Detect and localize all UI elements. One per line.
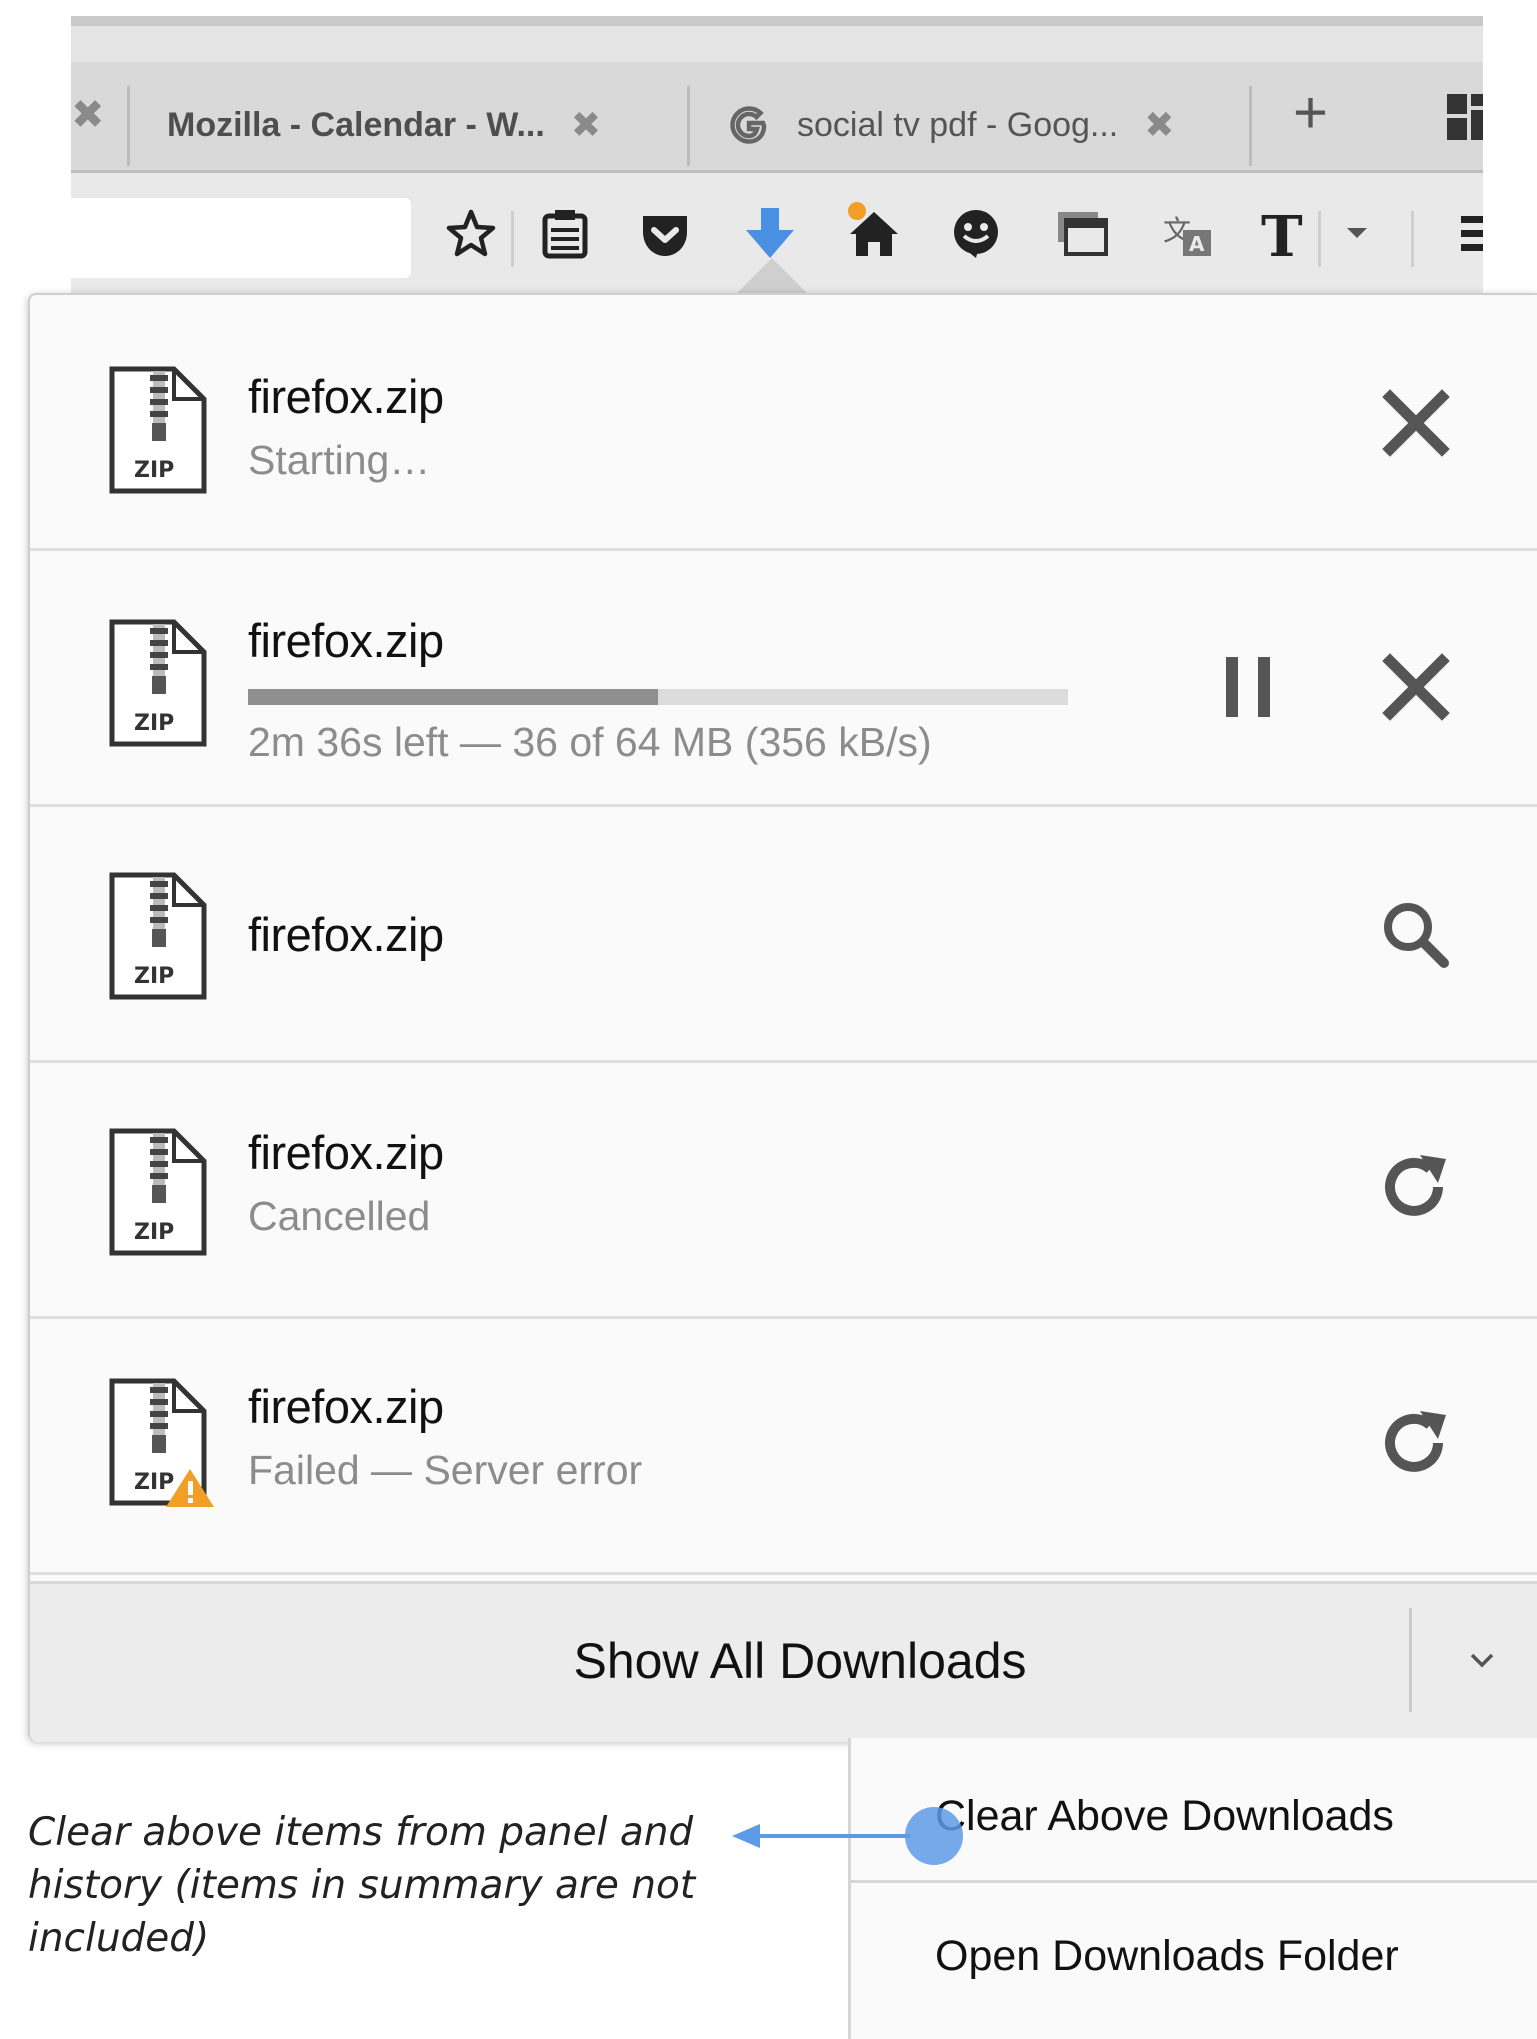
translate-icon[interactable]: 文 A: [1159, 206, 1215, 262]
clear-above-downloads-menu-item[interactable]: Clear Above Downloads: [935, 1792, 1394, 1841]
download-progress-bar: [248, 689, 1068, 705]
home-icon[interactable]: [846, 206, 902, 262]
pocket-icon[interactable]: [637, 206, 693, 262]
emoji-icon[interactable]: [948, 206, 1004, 262]
download-item[interactable]: ZIP firefox.zip Cancelled: [30, 1063, 1537, 1319]
tab-close-icon[interactable]: ✖: [571, 104, 601, 146]
annotation-arrow: [732, 1824, 910, 1848]
footer-divider: [1409, 1608, 1412, 1712]
tab-divider: [127, 86, 130, 166]
downloads-panel: ZIP firefox.zip Starting… ZIP firefox.zi…: [28, 293, 1537, 1742]
tab-mozilla-calendar[interactable]: Mozilla - Calendar - W... ✖: [167, 80, 601, 170]
zip-file-icon: ZIP: [109, 619, 207, 747]
retry-icon[interactable]: [1376, 1147, 1456, 1227]
show-all-downloads-button[interactable]: Show All Downloads: [30, 1632, 1537, 1690]
svg-text:A: A: [1189, 232, 1205, 256]
pause-icon[interactable]: [1210, 647, 1290, 727]
zip-file-warning-icon: ZIP: [109, 1378, 214, 1507]
download-status: Cancelled: [248, 1193, 431, 1239]
svg-text:ZIP: ZIP: [134, 458, 174, 483]
tab-divider: [1249, 86, 1252, 166]
show-all-downloads-footer: Show All Downloads: [30, 1581, 1537, 1742]
zip-file-icon: ZIP: [109, 872, 207, 1000]
url-bar[interactable]: [71, 198, 411, 278]
open-downloads-folder-menu-item[interactable]: Open Downloads Folder: [935, 1932, 1399, 1981]
panel-arrow: [736, 258, 808, 294]
download-status: 2m 36s left — 36 of 64 MB (356 kB/s): [248, 719, 932, 765]
menu-divider: [851, 1880, 1537, 1883]
annotation-note: Clear above items from panel and history…: [28, 1810, 696, 1961]
zip-file-icon: ZIP: [109, 366, 207, 494]
cancel-icon[interactable]: [1376, 383, 1456, 463]
tab-close-icon[interactable]: ✖: [71, 92, 105, 138]
download-icon[interactable]: [742, 206, 798, 262]
download-status: Starting…: [248, 437, 431, 483]
svg-text:ZIP: ZIP: [134, 964, 174, 989]
download-item[interactable]: ZIP firefox.zip 2m 36s left — 36 of 64 M…: [30, 551, 1537, 807]
download-filename: firefox.zip: [248, 1126, 444, 1179]
download-filename: firefox.zip: [248, 1380, 444, 1433]
retry-icon[interactable]: [1376, 1403, 1456, 1483]
tab-close-icon[interactable]: ✖: [1144, 104, 1174, 146]
download-filename: firefox.zip: [248, 370, 444, 423]
download-filename: firefox.zip: [248, 908, 444, 961]
tab-title: social tv pdf - Goog...: [797, 105, 1119, 144]
toolbar-divider: [1411, 211, 1414, 267]
font-icon[interactable]: T: [1255, 206, 1311, 262]
download-item[interactable]: ZIP firefox.zip Starting…: [30, 295, 1537, 551]
screenshot-icon[interactable]: [1054, 206, 1110, 262]
svg-text:ZIP: ZIP: [134, 1220, 174, 1245]
reader-list-icon[interactable]: [537, 206, 593, 262]
toolbar-divider: [511, 211, 514, 267]
download-item[interactable]: ZIP firefox.zip Failed — Server error: [30, 1319, 1537, 1575]
download-filename: firefox.zip: [248, 614, 444, 667]
new-tab-button[interactable]: +: [1293, 78, 1328, 147]
cursor-indicator: [905, 1807, 963, 1865]
svg-text:ZIP: ZIP: [134, 1470, 174, 1495]
download-progress-fill: [248, 689, 658, 705]
download-status: Failed — Server error: [248, 1447, 643, 1493]
window-border: [71, 16, 1483, 26]
tab-title: Mozilla - Calendar - W...: [167, 105, 545, 144]
toolbar-divider: [1318, 211, 1321, 267]
downloads-context-menu: Clear Above Downloads Open Downloads Fol…: [848, 1738, 1537, 2039]
tab-groups-icon[interactable]: [1445, 92, 1483, 142]
menu-icon[interactable]: [1455, 206, 1483, 262]
zip-file-icon: ZIP: [109, 1128, 207, 1256]
cancel-icon[interactable]: [1376, 647, 1456, 727]
google-icon: [730, 106, 767, 144]
search-icon[interactable]: [1376, 895, 1456, 975]
star-icon[interactable]: [443, 206, 499, 262]
svg-text:T: T: [1261, 206, 1303, 262]
tab-divider: [687, 86, 690, 166]
chevron-down-icon[interactable]: [1460, 1638, 1504, 1682]
dropdown-arrow-icon[interactable]: [1331, 206, 1387, 262]
browser-chrome: ✖ Mozilla - Calendar - W... ✖ social tv …: [71, 16, 1483, 294]
tab-google-search[interactable]: social tv pdf - Goog... ✖: [727, 80, 1174, 170]
download-item[interactable]: ZIP firefox.zip: [30, 807, 1537, 1063]
svg-text:ZIP: ZIP: [134, 711, 174, 736]
